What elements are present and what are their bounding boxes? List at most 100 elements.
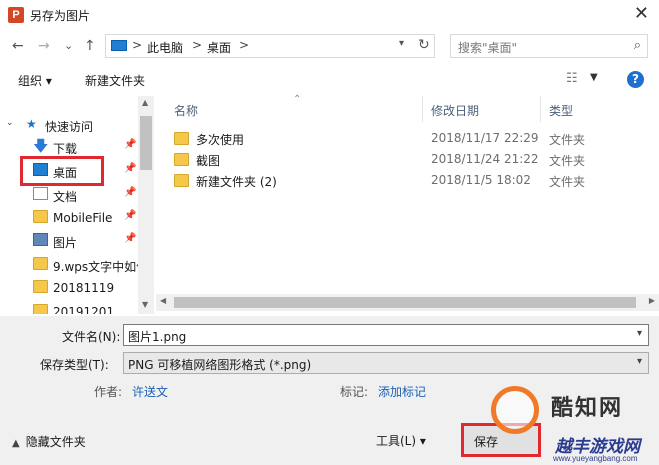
filename-value[interactable]: 图片1.png: [128, 328, 186, 345]
pin-icon[interactable]: 📌: [124, 210, 136, 221]
nav-item-wps-folder[interactable]: 9.wps文字中如何: [0, 254, 148, 276]
nav-quick-access[interactable]: ⌄ ★ 快速访问: [6, 114, 136, 136]
address-dropdown-icon[interactable]: ▾: [399, 38, 404, 49]
watermark: 酷知网 越丰游戏网 www.yueyangbang.com: [483, 380, 659, 465]
breadcrumb-separator-icon[interactable]: >: [239, 38, 249, 52]
scroll-left-icon[interactable]: ◀: [160, 296, 166, 305]
navigation-pane: ⌄ ★ 快速访问 🡇 下载 📌 桌面 📌 文档 📌 MobileFile 📌 图…: [0, 96, 154, 314]
close-icon[interactable]: ✕: [634, 3, 649, 24]
search-placeholder[interactable]: 搜索"桌面": [458, 39, 517, 56]
search-box[interactable]: 搜索"桌面" ⌕: [450, 34, 648, 58]
column-header-modified[interactable]: 修改日期: [431, 102, 479, 119]
up-arrow-icon[interactable]: ↑: [84, 38, 96, 54]
column-divider[interactable]: [540, 96, 541, 122]
filename-label: 文件名(N):: [62, 330, 121, 344]
nav-item-label: 9.wps文字中如何: [53, 260, 149, 274]
scroll-up-icon[interactable]: ▲: [142, 98, 148, 107]
file-type: 文件夹: [549, 133, 586, 147]
file-date: 2018/11/5 18:02: [431, 173, 531, 187]
folder-icon: [174, 174, 189, 187]
back-arrow-icon[interactable]: ←: [12, 38, 24, 54]
breadcrumb-this-pc[interactable]: 此电脑: [147, 39, 183, 56]
file-list: ⌃ 名称 修改日期 类型 多次使用 2018/11/17 22:29 文件夹 截…: [156, 94, 659, 314]
nav-item-20181119[interactable]: 20181119: [0, 277, 138, 299]
table-row[interactable]: 多次使用 2018/11/17 22:29 文件夹: [156, 128, 659, 149]
pin-icon[interactable]: 📌: [124, 233, 136, 244]
file-name: 多次使用: [196, 133, 245, 147]
filetype-value[interactable]: PNG 可移植网络图形格式 (*.png): [128, 356, 311, 373]
expand-chevron-icon[interactable]: ⌄: [6, 118, 14, 128]
nav-item-label: 20191201: [53, 305, 115, 314]
forward-arrow-icon[interactable]: →: [38, 38, 50, 54]
nav-item-downloads[interactable]: 🡇 下载 📌: [0, 136, 138, 158]
scroll-thumb[interactable]: [174, 297, 636, 308]
this-pc-icon: [111, 40, 127, 51]
nav-item-20191201[interactable]: 20191201: [0, 301, 138, 314]
filename-field[interactable]: 图片1.png ▾: [123, 324, 649, 346]
nav-quick-access-label: 快速访问: [45, 120, 94, 134]
desktop-highlight-box: [20, 156, 104, 186]
tools-label[interactable]: 工具(L): [376, 434, 416, 448]
star-icon: ★: [26, 117, 37, 131]
title-bar: P 另存为图片 ✕: [0, 0, 659, 30]
recent-locations-chevron-icon[interactable]: ⌄: [64, 39, 73, 52]
scroll-thumb[interactable]: [140, 116, 152, 170]
nav-item-label: 下载: [53, 142, 78, 156]
breadcrumb-separator-icon[interactable]: >: [132, 38, 142, 52]
nav-item-pictures[interactable]: 图片 📌: [0, 230, 138, 252]
column-header-type[interactable]: 类型: [549, 102, 573, 119]
nav-item-mobilefile[interactable]: MobileFile 📌: [0, 207, 138, 229]
add-tags-link[interactable]: 添加标记: [378, 383, 426, 400]
chevron-down-icon[interactable]: ▾: [637, 356, 642, 367]
table-row[interactable]: 新建文件夹 (2) 2018/11/5 18:02 文件夹: [156, 170, 659, 191]
window-title: 另存为图片: [30, 9, 91, 23]
scroll-down-icon[interactable]: ▼: [142, 300, 148, 309]
nav-item-label: 20181119: [53, 281, 115, 295]
table-row[interactable]: 截图 2018/11/24 21:22 文件夹: [156, 149, 659, 170]
pin-icon[interactable]: 📌: [124, 163, 136, 174]
refresh-icon[interactable]: ↻: [418, 37, 430, 53]
nav-scrollbar[interactable]: ▲ ▼: [138, 96, 154, 314]
scroll-right-icon[interactable]: ▶: [649, 296, 655, 305]
file-date: 2018/11/17 22:29: [431, 131, 539, 145]
breadcrumb-desktop[interactable]: 桌面: [207, 39, 231, 56]
column-divider[interactable]: [422, 96, 423, 122]
pin-icon[interactable]: 📌: [124, 139, 136, 150]
sort-ascending-icon: ⌃: [293, 94, 302, 105]
tools-button[interactable]: 工具(L) ▾: [376, 432, 426, 449]
file-type: 文件夹: [549, 175, 586, 189]
file-name: 新建文件夹 (2): [196, 175, 277, 189]
organize-button[interactable]: 组织 ▾: [18, 72, 52, 89]
watermark-url: www.yueyangbang.com: [553, 454, 638, 463]
hide-folders-toggle[interactable]: ▲ 隐藏文件夹: [12, 433, 86, 450]
pin-icon[interactable]: 📌: [124, 187, 136, 198]
horizontal-scrollbar[interactable]: ◀ ▶: [156, 294, 659, 311]
picture-icon: [33, 233, 48, 246]
collapse-chevron-icon[interactable]: ▲: [12, 438, 20, 449]
file-name: 截图: [196, 154, 221, 168]
watermark-text: 酷知网: [551, 396, 624, 421]
hide-folders-label[interactable]: 隐藏文件夹: [26, 435, 86, 449]
nav-item-label: MobileFile: [53, 211, 113, 225]
watermark-logo-icon: [491, 386, 539, 434]
powerpoint-app-icon: P: [8, 7, 24, 23]
file-date: 2018/11/24 21:22: [431, 152, 539, 166]
view-options-dropdown-icon[interactable]: ▼: [590, 72, 598, 83]
search-icon[interactable]: ⌕: [634, 38, 641, 53]
folder-icon: [33, 257, 48, 270]
breadcrumb-separator-icon[interactable]: >: [192, 38, 202, 52]
column-header-name[interactable]: 名称: [174, 102, 198, 119]
document-icon: [33, 187, 48, 200]
view-options-icon[interactable]: ☷: [566, 71, 578, 86]
file-type: 文件夹: [549, 154, 586, 168]
author-value[interactable]: 许送文: [132, 383, 168, 400]
folder-icon: [33, 210, 48, 223]
address-bar[interactable]: > 此电脑 > 桌面 > ▾ ↻: [105, 34, 435, 58]
filetype-select[interactable]: PNG 可移植网络图形格式 (*.png) ▾: [123, 352, 649, 374]
chevron-down-icon[interactable]: ▾: [637, 328, 642, 339]
new-folder-button[interactable]: 新建文件夹: [85, 72, 145, 89]
nav-item-label: 文档: [53, 190, 78, 204]
folder-icon: [174, 153, 189, 166]
nav-item-documents[interactable]: 文档 📌: [0, 184, 138, 206]
help-icon[interactable]: ?: [627, 71, 644, 88]
